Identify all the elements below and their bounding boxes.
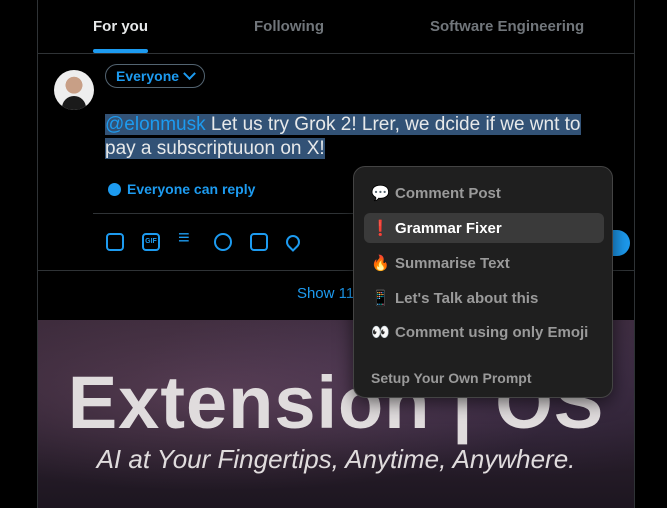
schedule-icon[interactable] <box>250 233 268 251</box>
tab-software-engineering[interactable]: Software Engineering <box>430 0 584 53</box>
exclamation-icon: ❗ <box>371 220 390 237</box>
tweet-text-line1: Let us try Grok 2! Lrer, we dcide if we … <box>205 114 581 135</box>
tab-label: Software Engineering <box>430 18 585 35</box>
reply-setting[interactable]: Everyone can reply <box>108 181 255 197</box>
menu-item-label: Summarise Text <box>395 254 510 272</box>
tab-active-indicator <box>93 49 148 53</box>
emoji-icon[interactable] <box>214 233 232 251</box>
tab-bar: For you Following Software Engineering <box>38 0 634 54</box>
banner-subtitle: AI at Your Fingertips, Anytime, Anywhere… <box>96 444 576 474</box>
fire-icon: 🔥 <box>371 255 390 272</box>
image-icon[interactable] <box>106 233 124 251</box>
tab-for-you[interactable]: For you <box>93 0 148 53</box>
location-icon[interactable] <box>283 232 303 252</box>
tweet-text-editor[interactable]: @elonmusk Let us try Grok 2! Lrer, we dc… <box>105 113 625 161</box>
avatar[interactable] <box>54 70 94 110</box>
speech-bubble-icon: 💬 <box>371 185 390 202</box>
chevron-down-icon <box>183 66 196 80</box>
menu-item-label: Setup Your Own Prompt <box>371 370 532 386</box>
menu-item-label: Comment Post <box>395 184 501 202</box>
menu-item-label: Let's Talk about this <box>395 289 539 307</box>
menu-item-label: Comment using only Emoji <box>395 323 589 341</box>
menu-item-summarise-text[interactable]: 🔥 Summarise Text <box>364 248 604 278</box>
globe-icon <box>108 182 121 196</box>
tab-following[interactable]: Following <box>254 0 324 53</box>
audience-selector[interactable]: Everyone <box>105 64 206 88</box>
phone-icon: 📱 <box>371 290 390 307</box>
mention: @elonmusk <box>105 114 206 135</box>
ai-prompt-menu: 💬 Comment Post ❗ Grammar Fixer 🔥 Summari… <box>353 166 613 398</box>
reply-setting-label: Everyone can reply <box>127 181 256 197</box>
tweet-text-line2: pay a subscriptuuon on X! <box>105 138 325 159</box>
menu-item-comment-post[interactable]: 💬 Comment Post <box>364 178 604 208</box>
menu-item-grammar-fixer[interactable]: ❗ Grammar Fixer <box>364 213 604 243</box>
menu-item-setup-prompt[interactable]: Setup Your Own Prompt <box>364 363 604 393</box>
composer-toolbar: GIF <box>106 227 303 252</box>
menu-item-lets-talk[interactable]: 📱 Let's Talk about this <box>364 283 604 313</box>
eyes-icon: 👀 <box>371 324 390 341</box>
poll-icon[interactable] <box>178 227 196 251</box>
audience-label: Everyone <box>116 68 180 84</box>
tab-label: Following <box>254 18 324 35</box>
menu-item-comment-emoji[interactable]: 👀 Comment using only Emoji <box>364 317 604 347</box>
gif-icon[interactable]: GIF <box>142 233 160 251</box>
menu-item-label: Grammar Fixer <box>395 219 502 237</box>
tab-label: For you <box>93 18 148 35</box>
